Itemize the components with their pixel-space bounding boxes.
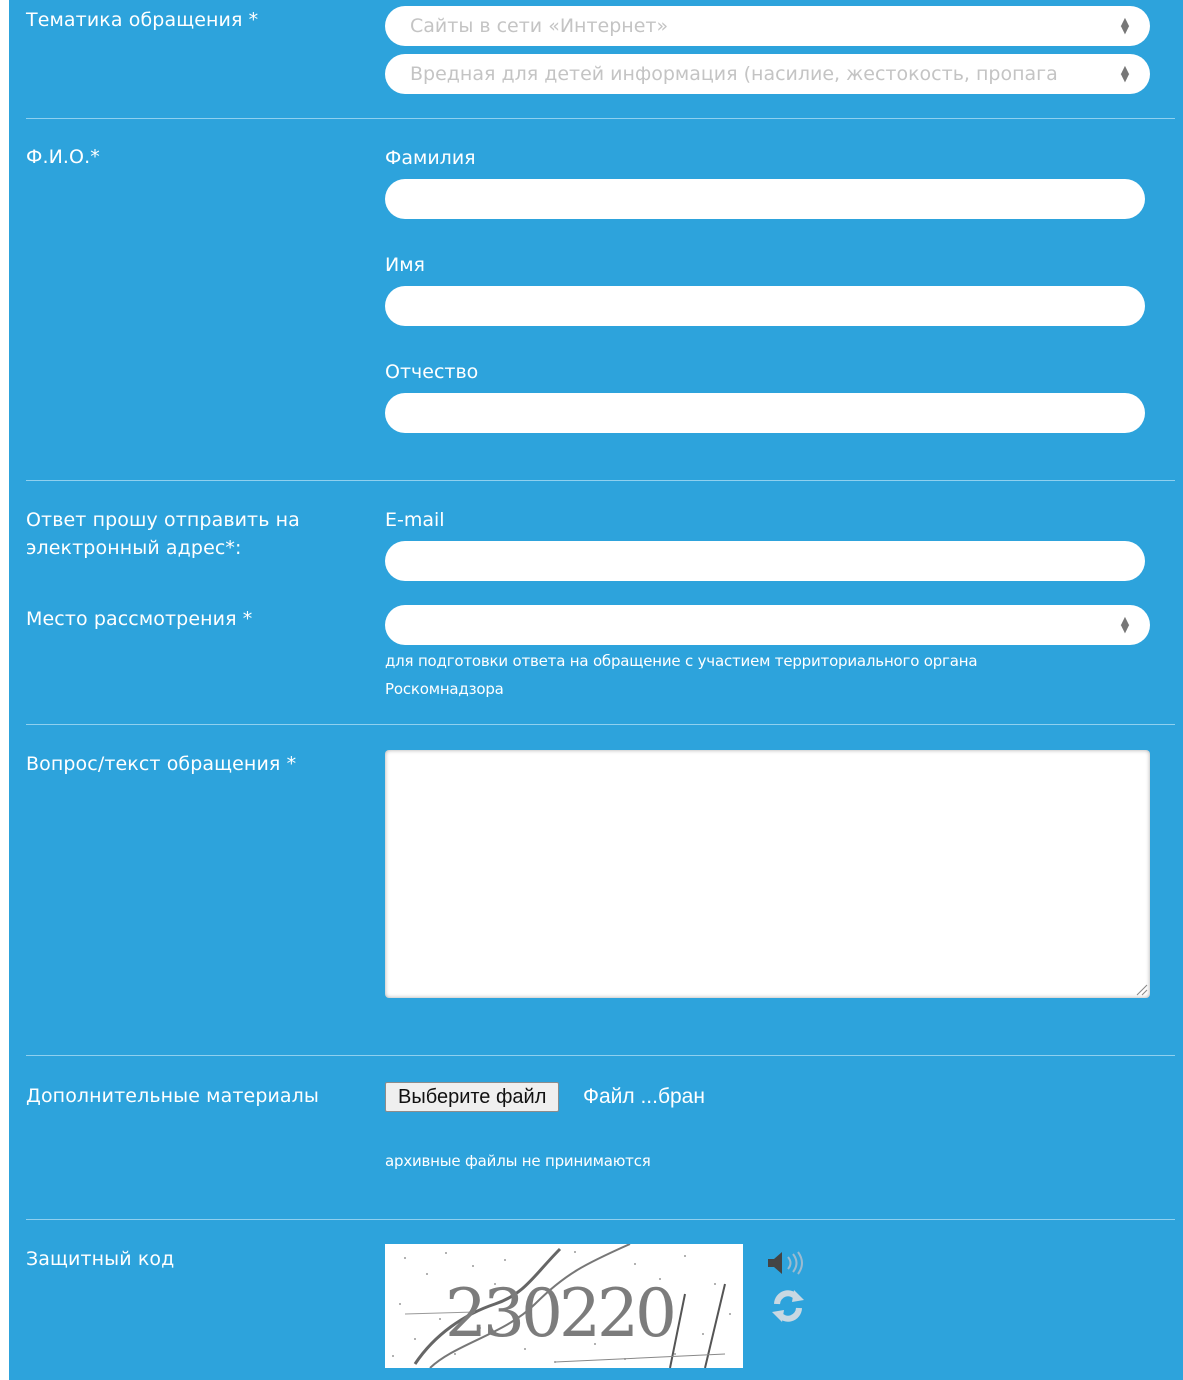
topic-select[interactable]: Сайты в сети «Интернет» ▲ ▼ — [385, 6, 1150, 46]
divider — [26, 118, 1175, 119]
place-select[interactable]: ▲ ▼ — [385, 605, 1150, 645]
attachments-hint: архивные файлы не принимаются — [385, 1152, 651, 1170]
question-textarea[interactable] — [385, 750, 1150, 998]
select-arrows-icon: ▲ ▼ — [1120, 614, 1130, 635]
surname-label: Фамилия — [385, 147, 476, 169]
question-label: Вопрос/текст обращения * — [26, 753, 297, 775]
place-hint-line1: для подготовки ответа на обращение с уча… — [385, 652, 978, 670]
surname-input[interactable] — [385, 179, 1145, 219]
choose-file-button[interactable]: Выберите файл — [385, 1082, 560, 1112]
reply-label-line1: Ответ прошу отправить на — [26, 509, 300, 531]
subtopic-select[interactable]: Вредная для детей информация (насилие, ж… — [385, 54, 1150, 94]
email-label: E-mail — [385, 509, 445, 531]
reply-label-line2: электронный адрес*: — [26, 537, 242, 559]
refresh-icon[interactable] — [768, 1286, 808, 1326]
attachments-label: Дополнительные материалы — [26, 1085, 320, 1107]
name-input[interactable] — [385, 286, 1145, 326]
patronymic-label: Отчество — [385, 361, 479, 383]
email-input[interactable] — [385, 541, 1145, 581]
captcha-label: Защитный код — [26, 1248, 175, 1270]
select-arrows-icon: ▲ ▼ — [1120, 15, 1130, 36]
divider — [26, 1055, 1175, 1056]
divider — [26, 1219, 1175, 1220]
select-arrows-icon: ▲ ▼ — [1120, 63, 1130, 84]
file-status: Файл ...бран — [583, 1085, 705, 1108]
divider — [26, 724, 1175, 725]
topic-label: Тематика обращения * — [26, 9, 259, 31]
subtopic-select-value: Вредная для детей информация (насилие, ж… — [410, 63, 1058, 85]
captcha-text: 230220 — [445, 1275, 673, 1352]
speaker-icon[interactable] — [766, 1250, 808, 1276]
resize-grip-icon[interactable] — [1134, 982, 1148, 996]
place-hint-line2: Роскомнадзора — [385, 680, 504, 698]
patronymic-input[interactable] — [385, 393, 1145, 433]
captcha-image: 230220 — [385, 1243, 743, 1369]
name-label: Имя — [385, 254, 425, 276]
place-label: Место рассмотрения * — [26, 608, 253, 630]
divider — [26, 480, 1175, 481]
captcha-noise: 230220 — [392, 1243, 731, 1369]
topic-select-value: Сайты в сети «Интернет» — [410, 15, 669, 37]
fio-label: Ф.И.О.* — [26, 146, 100, 168]
